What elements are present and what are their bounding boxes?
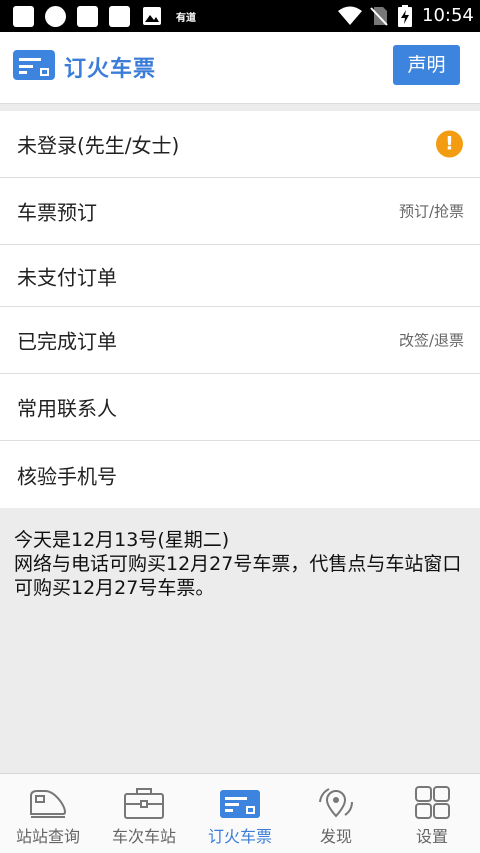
notification-icon — [109, 6, 130, 27]
notification-icon — [77, 6, 98, 27]
tab-book-ticket[interactable]: 订火车票 — [192, 774, 288, 853]
ticket-icon — [13, 50, 55, 80]
image-icon — [143, 7, 161, 25]
no-sim-icon — [370, 7, 388, 26]
menu-item-label: 车票预订 — [17, 200, 97, 225]
presale-info-text: 网络与电话可购买12月27号车票，代售点与车站窗口可购买12月27号车票。 — [14, 553, 462, 599]
menu-list: 未登录(先生/女士) ! 车票预订 预订/抢票 未支付订单 已完成订单 改签/退… — [0, 111, 480, 508]
menu-item-label: 未支付订单 — [17, 265, 117, 289]
declaration-button[interactable]: 声明 — [393, 45, 460, 85]
train-icon — [30, 790, 67, 818]
menu-item-contacts[interactable]: 常用联系人 — [0, 374, 480, 441]
app-header: 订火车票 声明 — [0, 32, 480, 104]
status-bar: 有道 10:54 — [0, 0, 480, 32]
menu-item-label: 已完成订单 — [17, 329, 117, 354]
compass-location-icon — [319, 788, 353, 818]
menu-item-unpaid-orders[interactable]: 未支付订单 — [0, 245, 480, 307]
tab-station-query[interactable]: 站站查询 — [0, 774, 96, 853]
tab-train-station[interactable]: 车次车站 — [96, 774, 192, 853]
notification-icon — [45, 6, 66, 27]
today-date-text: 今天是12月13号(星期二) — [14, 529, 230, 551]
page-title: 订火车票 — [64, 57, 157, 82]
tab-label: 发现 — [319, 827, 352, 846]
briefcase-icon — [124, 788, 164, 819]
app-notification-label: 有道 — [176, 13, 196, 24]
tab-label: 设置 — [415, 827, 448, 846]
menu-item-hint: 改签/退票 — [398, 331, 464, 350]
warning-icon: ! — [436, 130, 463, 158]
ticket-icon — [220, 790, 260, 818]
wifi-icon — [338, 6, 362, 25]
notification-icon — [13, 6, 34, 27]
tab-discover[interactable]: 发现 — [288, 774, 384, 853]
menu-item-label: 核验手机号 — [17, 464, 117, 488]
bottom-nav: 站站查询 车次车站 订火车票 发现 设置 — [0, 773, 480, 853]
menu-item-completed-orders[interactable]: 已完成订单 改签/退票 — [0, 307, 480, 374]
tab-settings[interactable]: 设置 — [384, 774, 480, 853]
menu-item-verify-phone[interactable]: 核验手机号 — [0, 441, 480, 508]
menu-item-label: 未登录(先生/女士) — [17, 133, 180, 158]
tab-label: 站站查询 — [15, 827, 80, 846]
grid-settings-icon — [415, 786, 450, 819]
sale-date-notice: 今天是12月13号(星期二) 网络与电话可购买12月27号车票，代售点与车站窗口… — [14, 528, 470, 600]
menu-item-label: 常用联系人 — [17, 396, 117, 421]
battery-charging-icon — [398, 5, 412, 27]
menu-item-login[interactable]: 未登录(先生/女士) ! — [0, 111, 480, 178]
tab-label: 订火车票 — [207, 827, 272, 846]
clock: 10:54 — [422, 5, 474, 26]
tab-label: 车次车站 — [111, 827, 176, 846]
menu-item-hint: 预订/抢票 — [398, 202, 464, 221]
menu-item-ticket-booking[interactable]: 车票预订 预订/抢票 — [0, 178, 480, 245]
